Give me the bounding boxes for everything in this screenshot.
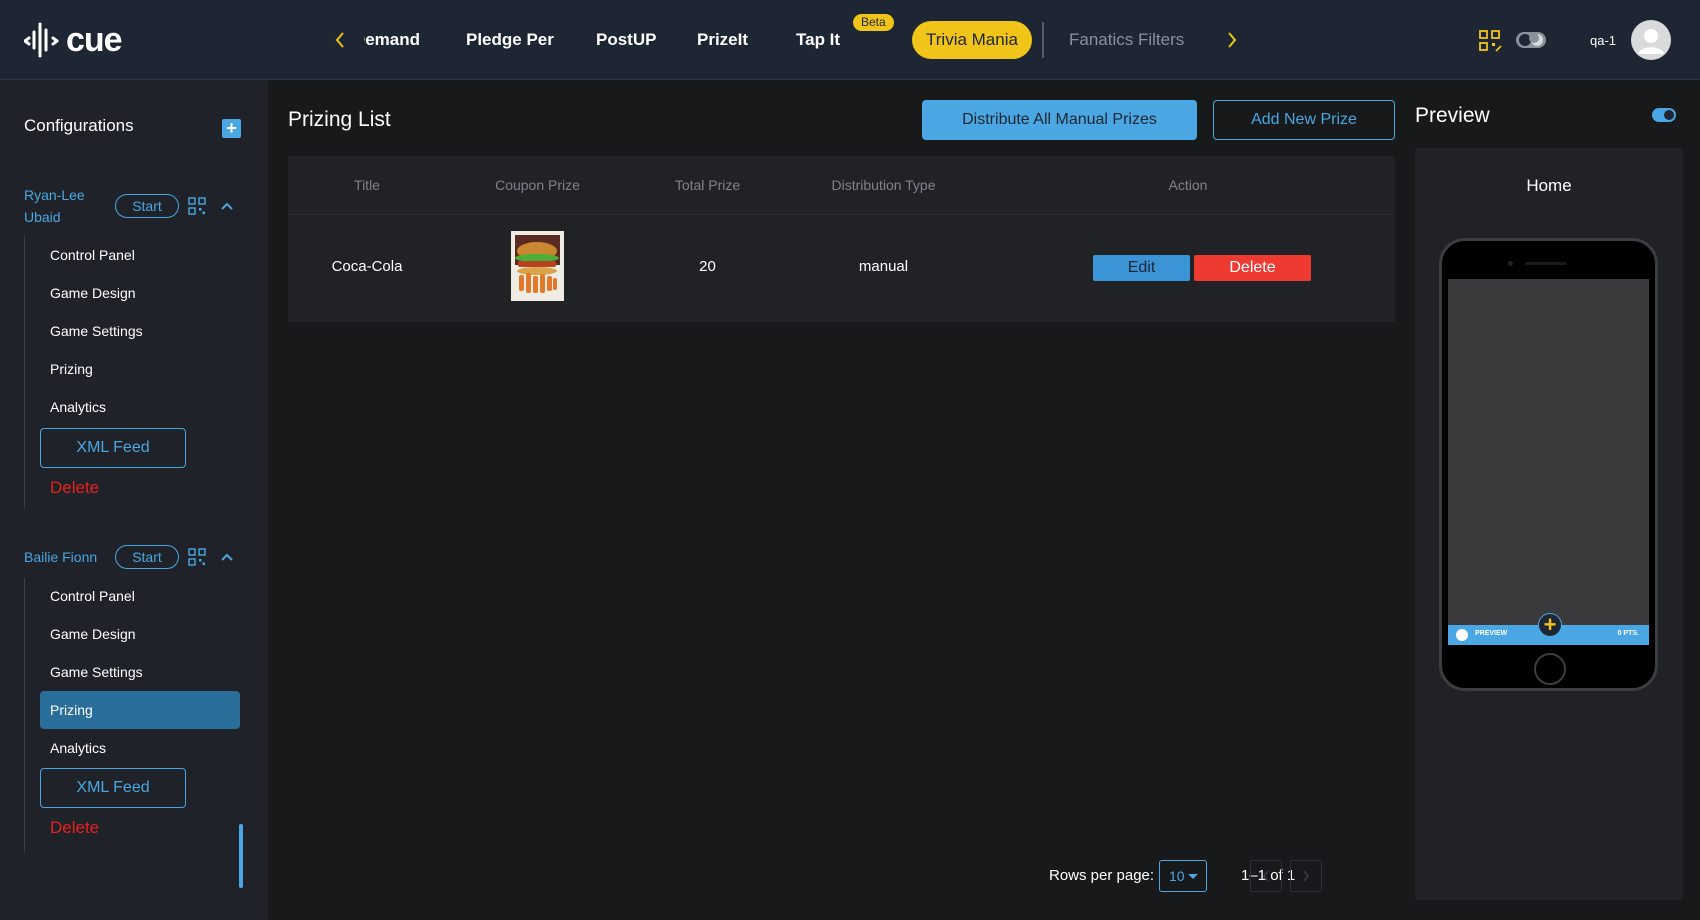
prize-title-cell: Coca-Cola: [331, 258, 403, 275]
total-prize-cell: 20: [699, 258, 716, 275]
user-avatar-icon: [1638, 29, 1664, 54]
sidebar-scrollbar[interactable]: [239, 824, 243, 888]
menu-item-game-settings[interactable]: Game Settings: [50, 661, 143, 683]
preview-screen-title: Home: [1526, 176, 1572, 195]
menu-item-analytics[interactable]: Analytics: [50, 737, 106, 759]
theme-toggle[interactable]: [1515, 28, 1547, 52]
preview-title: Preview: [1415, 104, 1490, 127]
nav-item-pledge-per[interactable]: Pledge Per: [466, 0, 554, 80]
xml-feed-button[interactable]: XML Feed: [40, 428, 186, 468]
logo-text: cue: [66, 20, 123, 59]
phone-bar-label: PREVIEW: [1475, 630, 1508, 637]
phone-avatar-dot: [1456, 629, 1468, 641]
chevron-up-icon[interactable]: [220, 552, 234, 562]
phone-bar-points: 0 PTS.: [1617, 630, 1639, 637]
beta-badge: Beta: [853, 14, 894, 31]
avatar[interactable]: [1631, 20, 1671, 60]
qr-code-icon[interactable]: [188, 197, 206, 215]
group-name-bailie-fionn[interactable]: Bailie Fionn: [24, 546, 97, 568]
qr-code-button[interactable]: [1477, 28, 1503, 54]
add-configuration-button[interactable]: +: [222, 119, 241, 138]
burger-image-icon: [511, 231, 564, 301]
chevron-right-icon: [1228, 32, 1237, 48]
phone-plus-icon: +: [1538, 613, 1562, 637]
qr-code-icon[interactable]: [188, 548, 206, 566]
menu-item-game-design[interactable]: Game Design: [50, 282, 136, 304]
plus-icon: +: [226, 118, 237, 138]
table-row: Coca-Cola 20 manual Edit Delete: [288, 214, 1395, 322]
nav-divider: [1042, 22, 1044, 58]
nav-prev-arrow[interactable]: [330, 28, 350, 52]
caret-down-icon: [1188, 874, 1198, 879]
rows-per-page-label: Rows per page:: [1049, 867, 1155, 884]
menu-item-control-panel[interactable]: Control Panel: [50, 585, 135, 607]
edit-prize-button[interactable]: Edit: [1093, 255, 1190, 281]
chevron-left-icon: [1262, 870, 1269, 882]
cue-logo[interactable]: cue: [24, 20, 123, 60]
prizing-table: Title Coupon Prize Total Prize Distribut…: [288, 156, 1395, 322]
next-page-button[interactable]: [1290, 860, 1322, 892]
nav-item-demand[interactable]: Demand: [364, 0, 420, 80]
menu-item-game-design[interactable]: Game Design: [50, 623, 136, 645]
chevron-up-icon[interactable]: [220, 201, 234, 211]
preview-panel: Home PREVIEW 0 PTS. +: [1415, 148, 1683, 900]
preview-toggle[interactable]: [1652, 108, 1676, 122]
user-name: qa-1: [1590, 33, 1617, 48]
column-header-action: Action: [1168, 177, 1208, 193]
phone-camera: [1508, 261, 1513, 266]
menu-item-prizing[interactable]: Prizing: [50, 358, 93, 380]
column-header-distribution-type: Distribution Type: [831, 177, 936, 193]
nav-item-prizeit[interactable]: PrizeIt: [697, 0, 748, 80]
menu-item-control-panel[interactable]: Control Panel: [50, 244, 135, 266]
menu-item-game-settings[interactable]: Game Settings: [50, 320, 143, 342]
previous-page-button[interactable]: [1250, 860, 1282, 892]
chevron-right-icon: [1303, 870, 1310, 882]
nav-item-trivia-mania[interactable]: Trivia Mania: [912, 21, 1032, 59]
tree-line: [24, 578, 25, 852]
start-button[interactable]: Start: [115, 545, 179, 569]
nav-next-arrow[interactable]: [1222, 28, 1242, 52]
rows-per-page-select[interactable]: 10: [1159, 860, 1207, 892]
sidebar-title: Configurations: [24, 116, 134, 135]
group-name-ryan-lee-ubaid[interactable]: Ryan-Lee Ubaid: [24, 184, 104, 228]
nav-item-postup[interactable]: PostUP: [596, 0, 656, 80]
distribution-type-cell: manual: [858, 258, 909, 275]
qr-code-icon: [1479, 30, 1502, 52]
column-header-total-prize: Total Prize: [674, 177, 741, 193]
moon-toggle-icon: [1516, 32, 1546, 48]
nav-item-tap-it[interactable]: Tap It: [796, 0, 840, 80]
xml-feed-button[interactable]: XML Feed: [40, 768, 186, 808]
menu-item-analytics[interactable]: Analytics: [50, 396, 106, 418]
column-header-coupon-prize: Coupon Prize: [495, 177, 580, 193]
top-bar: cue Demand Pledge Per PostUP PrizeIt Tap…: [0, 0, 1700, 80]
page-title: Prizing List: [288, 108, 391, 131]
nav-item-fanatics-filters[interactable]: Fanatics Filters: [1069, 0, 1184, 80]
column-header-title: Title: [354, 177, 380, 193]
soundwave-logo-icon: [24, 22, 59, 58]
menu-item-prizing-selected[interactable]: Prizing: [40, 691, 240, 729]
phone-mockup: PREVIEW 0 PTS. +: [1439, 238, 1658, 691]
burger-image: [511, 231, 564, 301]
chevron-left-icon: [335, 32, 344, 48]
phone-screen: [1448, 279, 1649, 639]
distribute-all-manual-prizes-button[interactable]: Distribute All Manual Prizes: [922, 100, 1197, 140]
delete-configuration-link[interactable]: Delete: [50, 478, 99, 498]
phone-speaker: [1525, 262, 1567, 265]
tree-line: [24, 236, 25, 508]
delete-prize-button[interactable]: Delete: [1194, 255, 1311, 281]
delete-configuration-link[interactable]: Delete: [50, 818, 99, 838]
phone-home-button: [1534, 653, 1566, 685]
add-new-prize-button[interactable]: Add New Prize: [1213, 100, 1395, 140]
start-button[interactable]: Start: [115, 194, 179, 218]
